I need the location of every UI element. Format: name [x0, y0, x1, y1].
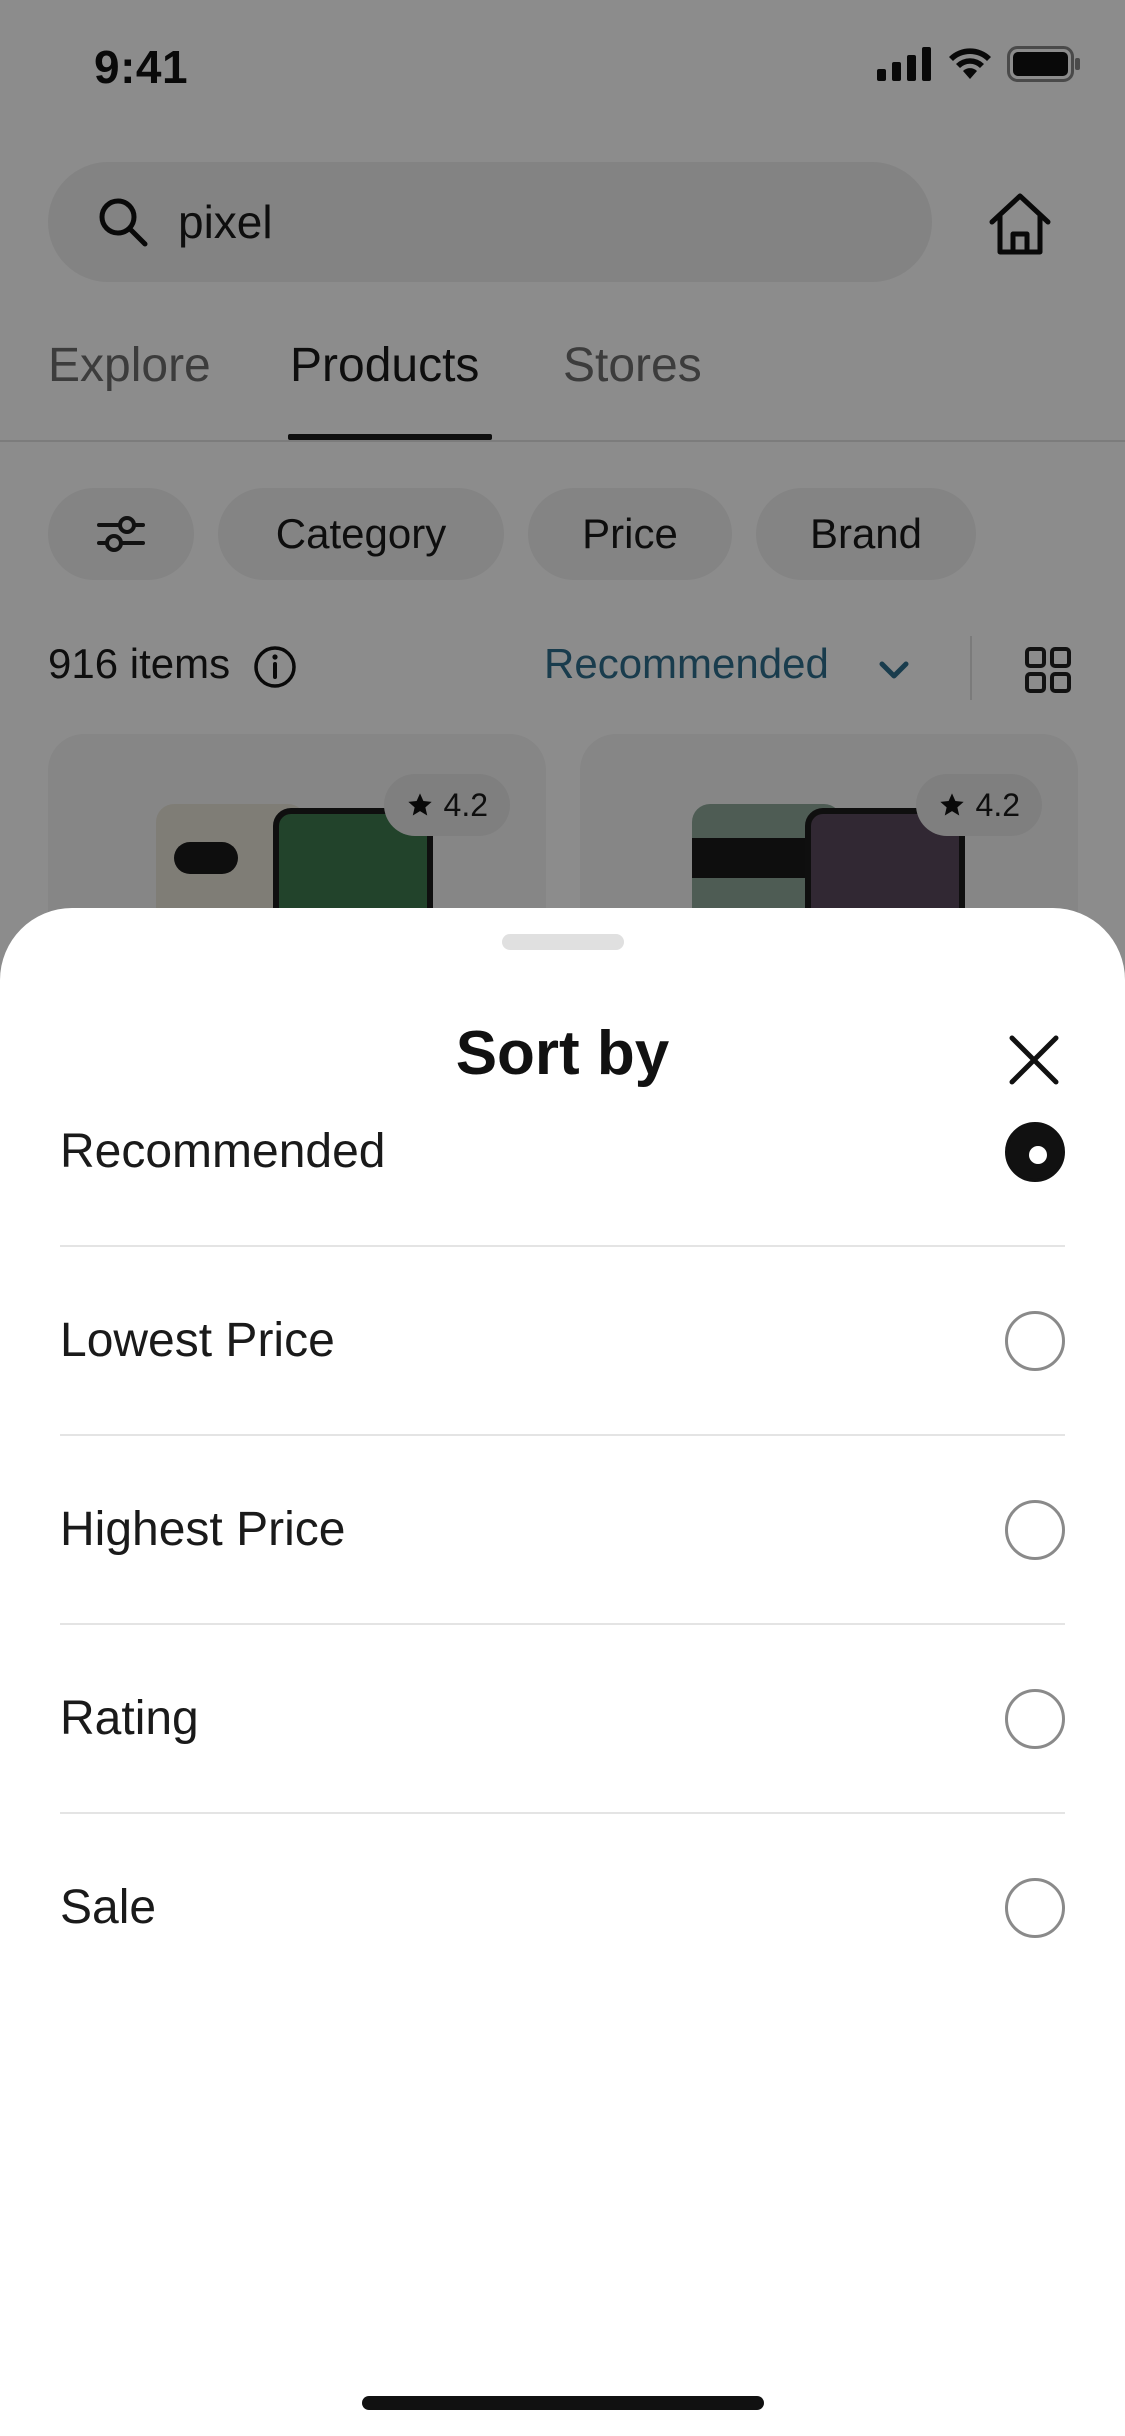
sort-option-rating[interactable]: Rating — [60, 1625, 1065, 1814]
radio-button[interactable] — [1005, 1500, 1065, 1560]
sort-option-label: Recommended — [60, 1125, 386, 1178]
sort-bottom-sheet: Sort by Recommended Lowest Price Highest… — [0, 908, 1125, 2436]
radio-button-selected[interactable] — [1005, 1122, 1065, 1182]
sort-option-lowest-price[interactable]: Lowest Price — [60, 1247, 1065, 1436]
sort-option-sale[interactable]: Sale — [60, 1814, 1065, 2003]
home-indicator[interactable] — [362, 2396, 764, 2410]
sort-option-label: Rating — [60, 1692, 199, 1745]
sheet-grabber[interactable] — [502, 934, 624, 950]
radio-button[interactable] — [1005, 1878, 1065, 1938]
sort-option-recommended[interactable]: Recommended — [60, 1058, 1065, 1247]
sort-option-label: Sale — [60, 1881, 157, 1934]
radio-button[interactable] — [1005, 1311, 1065, 1371]
radio-button[interactable] — [1005, 1689, 1065, 1749]
sort-option-highest-price[interactable]: Highest Price — [60, 1436, 1065, 1625]
sort-option-label: Lowest Price — [60, 1314, 335, 1367]
sort-option-label: Highest Price — [60, 1503, 346, 1556]
